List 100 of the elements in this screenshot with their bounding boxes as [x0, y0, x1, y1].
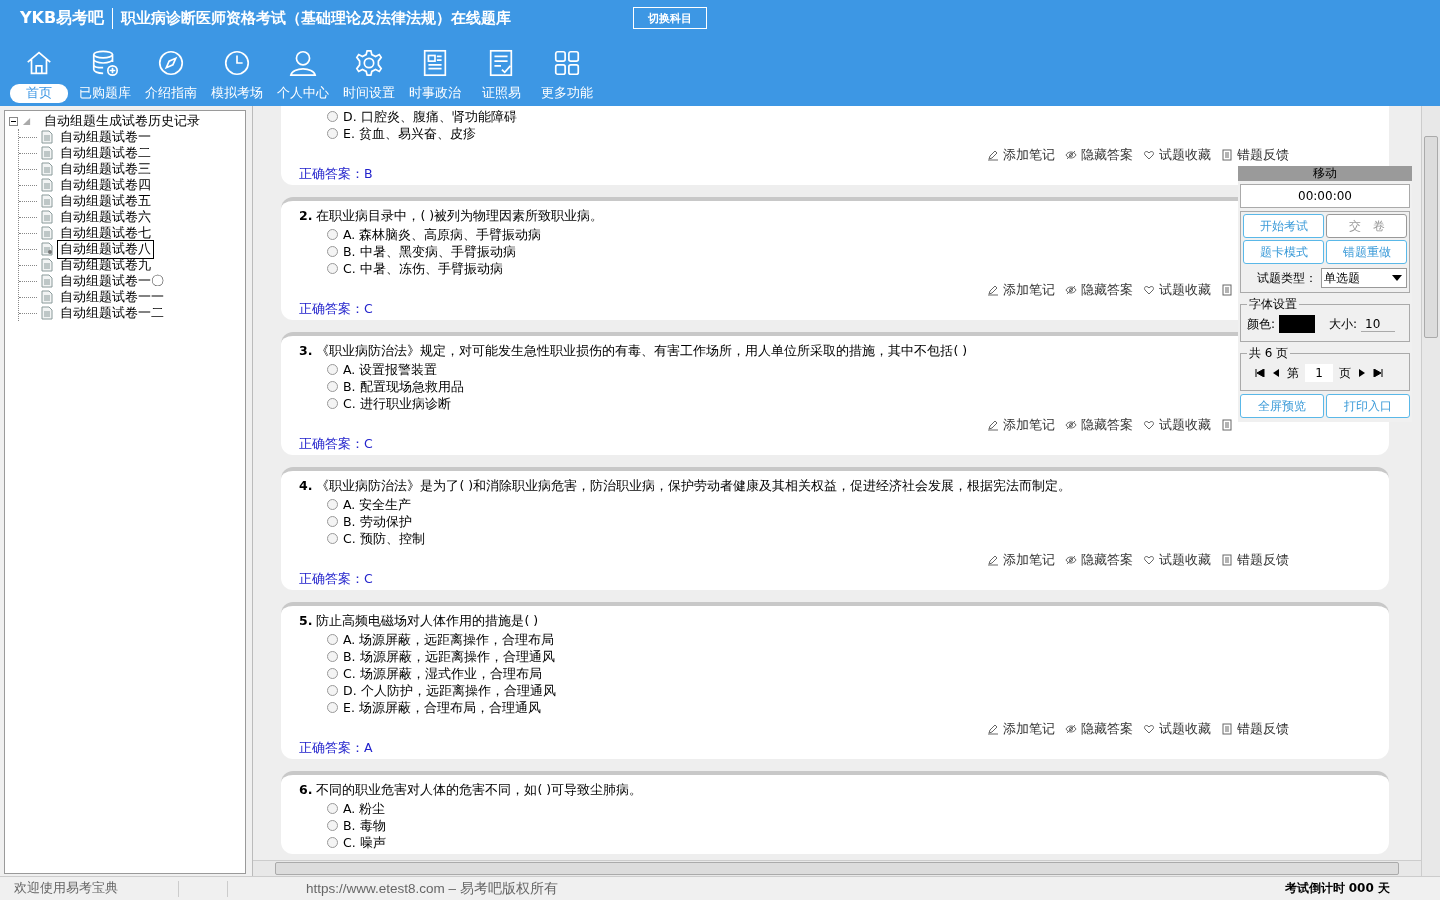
action-link[interactable]: 添加笔记: [1003, 282, 1055, 297]
correct-answer: 正确答案：C: [299, 571, 373, 587]
option-text: A. 安全生产: [343, 496, 412, 513]
document-icon[interactable]: [1221, 148, 1233, 161]
correct-answer: 正确答案：B: [299, 166, 373, 182]
action-link[interactable]: 隐藏答案: [1081, 721, 1133, 736]
eye-slash-icon[interactable]: [1065, 148, 1077, 161]
radio-button[interactable]: [327, 263, 338, 274]
document-icon[interactable]: [1221, 418, 1233, 431]
radio-button[interactable]: [327, 803, 338, 814]
radio-button[interactable]: [327, 685, 338, 696]
radio-button[interactable]: [327, 820, 338, 831]
option-text: A. 场源屏蔽，远距离操作，合理布局: [343, 631, 555, 648]
pencil-icon[interactable]: [987, 722, 999, 735]
pencil-icon[interactable]: [987, 283, 999, 296]
person-icon[interactable]: [288, 48, 318, 78]
pencil-icon[interactable]: [987, 553, 999, 566]
eye-slash-icon[interactable]: [1065, 553, 1077, 566]
radio-button[interactable]: [327, 128, 338, 139]
collapse-toggle-icon[interactable]: [9, 116, 18, 126]
database-icon[interactable]: [90, 48, 120, 78]
action-link[interactable]: 隐藏答案: [1081, 282, 1133, 297]
heart-icon[interactable]: [1143, 722, 1155, 735]
clock-icon[interactable]: [222, 48, 252, 78]
horizontal-scrollbar[interactable]: [253, 860, 1421, 876]
radio-button[interactable]: [327, 246, 338, 257]
document-icon: [41, 178, 53, 192]
radio-button[interactable]: [327, 516, 338, 527]
page-field[interactable]: 1: [1305, 364, 1333, 382]
question-text: 5. 防止高频电磁场对人体作用的措施是( ): [299, 612, 539, 630]
action-link[interactable]: 添加笔记: [1003, 147, 1055, 162]
grid-icon[interactable]: [552, 48, 582, 78]
action-link[interactable]: 试题收藏: [1159, 721, 1211, 736]
eye-slash-icon[interactable]: [1065, 722, 1077, 735]
document-icon: [41, 242, 53, 256]
page-label: 页: [1339, 364, 1351, 382]
radio-button[interactable]: [327, 364, 338, 375]
action-link[interactable]: 错题反馈: [1237, 147, 1289, 162]
document-icon: [41, 306, 53, 320]
copyright-text: https://www.etest8.com – 易考吧版权所有: [306, 879, 558, 898]
vertical-scrollbar[interactable]: [1421, 106, 1440, 876]
previous-page-icon[interactable]: [1271, 369, 1281, 377]
first-page-icon[interactable]: [1255, 369, 1265, 377]
panel-title-bar[interactable]: 移动: [1238, 166, 1412, 181]
document-icon: [41, 130, 53, 144]
type-label: 试题类型：: [1257, 269, 1317, 287]
document-icon: [41, 210, 53, 224]
document-icon[interactable]: [1221, 553, 1233, 566]
action-link[interactable]: 试题收藏: [1159, 552, 1211, 567]
radio-button[interactable]: [327, 668, 338, 679]
action-link[interactable]: 错题反馈: [1237, 721, 1289, 736]
action-link[interactable]: 试题收藏: [1159, 147, 1211, 162]
action-link[interactable]: 隐藏答案: [1081, 147, 1133, 162]
size-field[interactable]: 10: [1361, 316, 1396, 332]
tree-item[interactable]: 自动组题试卷八: [57, 239, 154, 259]
action-link[interactable]: 试题收藏: [1159, 282, 1211, 297]
action-link[interactable]: 试题收藏: [1159, 417, 1211, 432]
heart-icon[interactable]: [1143, 553, 1155, 566]
settings-icon[interactable]: [354, 48, 384, 78]
document-icon: [41, 194, 53, 208]
document-icon[interactable]: [1221, 722, 1233, 735]
action-link[interactable]: 添加笔记: [1003, 417, 1055, 432]
radio-button[interactable]: [327, 533, 338, 544]
radio-button[interactable]: [327, 651, 338, 662]
action-link[interactable]: 隐藏答案: [1081, 552, 1133, 567]
option-text: D. 个人防护，远距离操作，合理通风: [343, 682, 556, 699]
eye-slash-icon[interactable]: [1065, 283, 1077, 296]
heart-icon[interactable]: [1143, 148, 1155, 161]
heart-icon[interactable]: [1143, 418, 1155, 431]
action-link[interactable]: 隐藏答案: [1081, 417, 1133, 432]
group-title: 字体设置: [1248, 296, 1298, 313]
option-text: B. 劳动保护: [343, 513, 412, 530]
eye-slash-icon[interactable]: [1065, 418, 1077, 431]
action-link[interactable]: 添加笔记: [1003, 552, 1055, 567]
app-title: 职业病诊断医师资格考试（基础理论及法律法规）在线题库: [121, 8, 512, 28]
group-title: 共 6 页: [1248, 345, 1290, 362]
option-text: B. 场源屏蔽，远距离操作，合理通风: [343, 648, 555, 665]
next-page-icon[interactable]: [1357, 369, 1367, 377]
color-swatch[interactable]: [1279, 315, 1316, 333]
option-text: C. 进行职业病诊断: [343, 395, 451, 412]
correct-answer: 正确答案：C: [299, 436, 373, 452]
action-link[interactable]: 添加笔记: [1003, 721, 1055, 736]
radio-button[interactable]: [327, 229, 338, 240]
radio-button[interactable]: [327, 398, 338, 409]
document-icon[interactable]: [1221, 283, 1233, 296]
radio-button[interactable]: [327, 837, 338, 848]
compass-icon[interactable]: [156, 48, 186, 78]
type-dropdown[interactable]: 单选题: [1321, 268, 1407, 288]
timer-display: 00:00:00: [1240, 184, 1410, 208]
action-link[interactable]: 错题反馈: [1237, 552, 1289, 567]
radio-button[interactable]: [327, 634, 338, 645]
heart-icon[interactable]: [1143, 283, 1155, 296]
option-text: A. 设置报警装置: [343, 361, 438, 378]
radio-button[interactable]: [327, 499, 338, 510]
last-page-icon[interactable]: [1373, 369, 1383, 377]
radio-button[interactable]: [327, 381, 338, 392]
radio-button[interactable]: [327, 702, 338, 713]
pencil-icon[interactable]: [987, 148, 999, 161]
pencil-icon[interactable]: [987, 418, 999, 431]
radio-button[interactable]: [327, 111, 338, 122]
